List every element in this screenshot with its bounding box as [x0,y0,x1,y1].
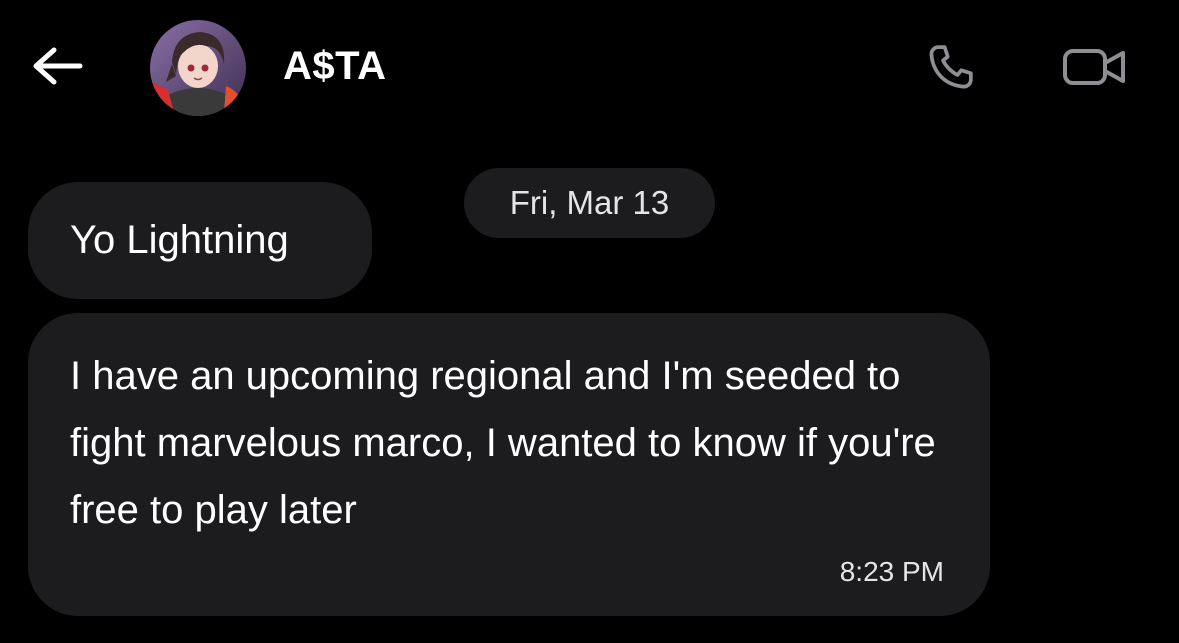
call-button[interactable] [920,38,982,100]
video-call-button[interactable] [1058,38,1132,100]
message-text: I have an upcoming regional and I'm seed… [70,354,936,532]
phone-icon [923,39,979,100]
avatar[interactable] [150,20,246,116]
arrow-left-icon [32,46,84,91]
date-divider: Fri, Mar 13 [464,168,715,238]
contact-name[interactable]: A$TA [283,44,386,89]
message-bubble[interactable]: I have an upcoming regional and I'm seed… [28,313,990,616]
message-text: Yo Lightning [70,218,289,262]
video-camera-icon [1061,43,1129,96]
back-button[interactable] [28,40,88,96]
chat-header: A$TA [0,0,1179,140]
message-timestamp: 8:23 PM [839,556,944,587]
message-bubble[interactable]: Yo Lightning [28,182,372,299]
